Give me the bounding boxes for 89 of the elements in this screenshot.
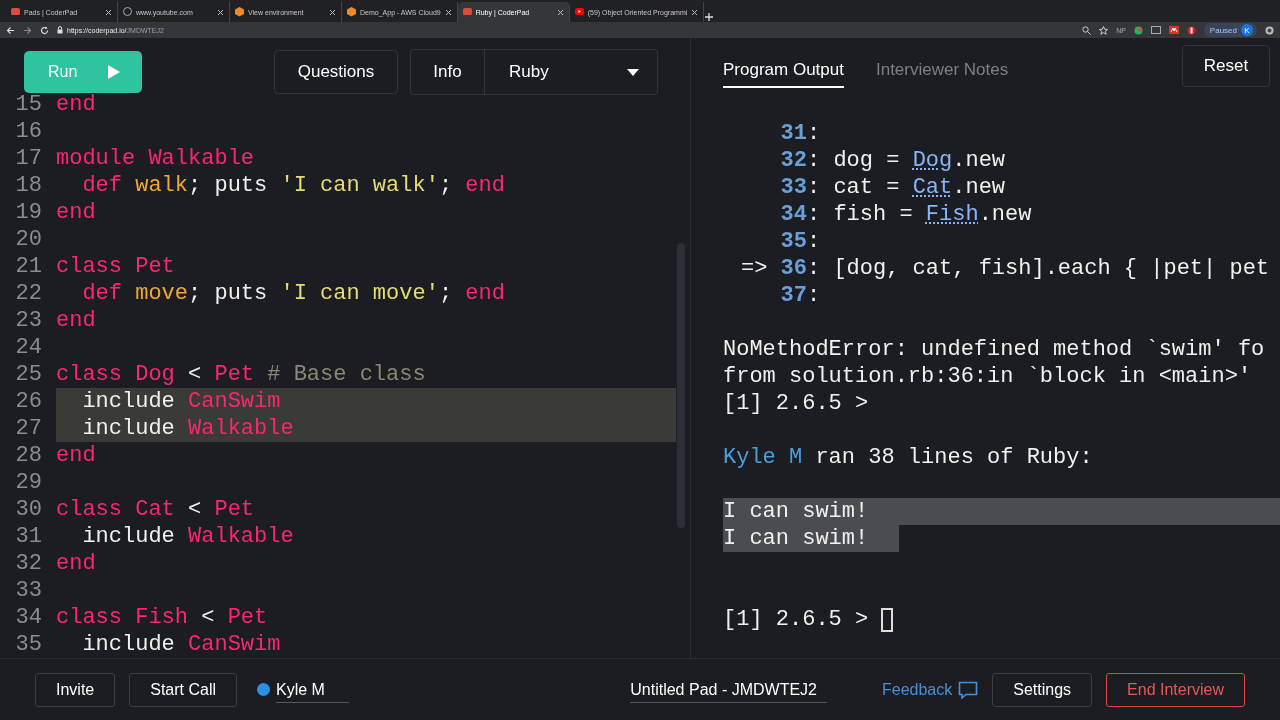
output-line: => 36: [dog, cat, fish].each { |pet| pet <box>740 255 1270 282</box>
output-line: 37: <box>779 282 821 309</box>
code-line: end <box>56 442 96 469</box>
code-line: end <box>56 307 96 334</box>
questions-button[interactable]: Questions <box>274 50 398 94</box>
code-line: def move; puts 'I can move'; end <box>81 280 505 307</box>
code-line: class Cat < Pet <box>56 496 255 523</box>
chat-icon <box>958 680 979 699</box>
output-line: [1] 2.6.5 > <box>723 606 870 633</box>
line-number: 33 <box>14 578 43 603</box>
output-line: 33: cat = Cat.new <box>779 174 1006 201</box>
code-line: include Walkable <box>81 523 294 550</box>
line-number: 26 <box>14 389 43 414</box>
menu-icon[interactable] <box>1265 25 1274 35</box>
browser-icon <box>11 7 20 17</box>
line-number: 21 <box>14 254 43 279</box>
info-button[interactable]: Info <box>411 50 485 94</box>
extension-icon[interactable] <box>1150 26 1161 34</box>
line-number: 31 <box>14 524 43 549</box>
close-icon[interactable] <box>444 8 452 16</box>
end-interview-button[interactable]: End Interview <box>1106 672 1245 707</box>
output-line: [1] 2.6.5 > <box>723 390 869 417</box>
code-line: class Pet <box>56 253 175 280</box>
line-number: 18 <box>14 173 43 198</box>
output-line: 31: <box>779 120 821 147</box>
invite-button[interactable]: Invite <box>35 672 116 707</box>
code-line: class Dog < Pet # Base class <box>56 361 426 388</box>
line-number: 29 <box>14 470 43 495</box>
line-number: 15 <box>14 92 43 117</box>
settings-button[interactable]: Settings <box>992 672 1093 707</box>
caret-icon <box>627 68 639 76</box>
code-line: end <box>56 91 96 118</box>
forward-icon[interactable] <box>23 25 32 35</box>
line-number: 28 <box>14 443 43 468</box>
line-number: 27 <box>14 416 43 441</box>
code-line: end <box>56 199 96 226</box>
pad-title-field[interactable]: Untitled Pad - JMDWTEJ2 <box>630 680 827 703</box>
output-line: Kyle M ran 38 lines of Ruby: <box>723 444 1093 471</box>
close-icon[interactable] <box>329 8 336 16</box>
user-name-field[interactable]: Kyle M <box>276 680 349 703</box>
play-icon <box>108 65 120 79</box>
profile-button[interactable]: Paused K <box>1203 23 1257 37</box>
language-dropdown[interactable]: Ruby <box>485 50 657 94</box>
line-number: 22 <box>14 281 43 306</box>
output-line: 32: dog = Dog.new <box>779 147 1006 174</box>
line-number: 24 <box>14 335 43 360</box>
close-icon[interactable] <box>105 8 112 16</box>
output-line: 34: fish = Fish.new <box>779 201 1032 228</box>
line-number: 35 <box>14 632 43 657</box>
code-line: end <box>56 550 96 577</box>
close-icon[interactable] <box>217 8 224 16</box>
line-number: 19 <box>14 200 43 225</box>
line-number: 23 <box>14 308 43 333</box>
line-number: 16 <box>14 119 43 144</box>
globe-icon <box>123 7 132 17</box>
new-tab-icon[interactable] <box>704 12 715 22</box>
zoom-icon[interactable] <box>1082 25 1092 35</box>
lock-icon <box>57 26 63 34</box>
extension-icon[interactable] <box>1168 26 1179 34</box>
cube-icon <box>347 7 356 17</box>
code-line: module Walkable <box>56 145 255 172</box>
output-line: from solution.rb:36:in `block in <main>' <box>723 363 1252 390</box>
code-line: include CanSwim <box>81 631 281 658</box>
scrollbar[interactable] <box>677 243 685 528</box>
start-call-button[interactable]: Start Call <box>129 672 238 707</box>
line-number: 32 <box>14 551 43 576</box>
close-icon[interactable] <box>556 8 564 16</box>
line-number: 30 <box>14 497 43 522</box>
reload-icon[interactable] <box>40 25 49 35</box>
browser-icon <box>462 7 472 17</box>
panel-tab[interactable]: Program Output <box>723 51 844 88</box>
text-cursor <box>881 607 894 632</box>
feedback-button[interactable]: Feedback <box>882 672 979 707</box>
line-number: 25 <box>14 362 43 387</box>
cube-icon <box>235 7 244 17</box>
output-line: NoMethodError: undefined method `swim' fo <box>723 336 1265 363</box>
code-line: def walk; puts 'I can walk'; end <box>81 172 505 199</box>
play-icon <box>574 7 584 17</box>
back-icon[interactable] <box>6 25 15 35</box>
line-number: 17 <box>14 146 43 171</box>
panel-tab[interactable]: Interviewer Notes <box>875 51 1009 88</box>
reset-button[interactable]: Reset <box>1182 44 1270 87</box>
output-line: 35: <box>779 228 821 255</box>
code-line: class Fish < Pet <box>56 604 268 631</box>
line-number: 34 <box>14 605 43 630</box>
extension-icon[interactable] <box>1186 25 1196 35</box>
line-number: 20 <box>14 227 43 252</box>
star-icon[interactable] <box>1099 25 1109 35</box>
close-icon[interactable] <box>691 8 699 16</box>
